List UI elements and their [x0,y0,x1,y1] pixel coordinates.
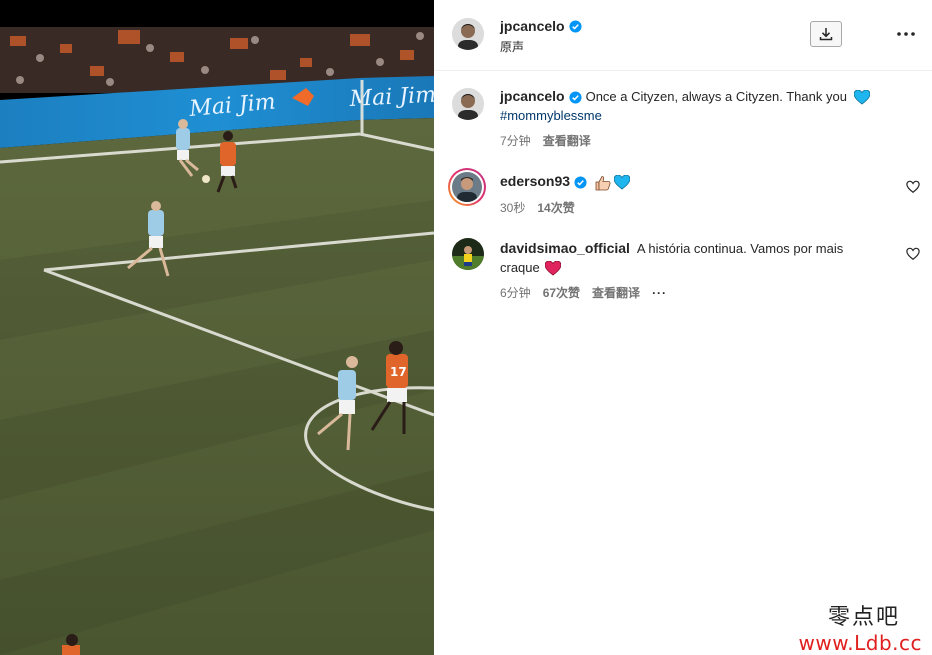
like-heart-icon[interactable] [906,180,920,194]
thumbs-up-icon [595,175,611,190]
avatar-davidsimao-icon [452,238,484,270]
like-heart-icon[interactable] [906,247,920,261]
comment-text-line1: A história continua. Vamos por mais [636,241,844,256]
comment-text-line2: craque [500,260,540,275]
caption-time[interactable]: 7分钟 [500,132,531,149]
comment-avatar-story-ring[interactable] [448,168,486,206]
comment-text-block: davidsimao_official A história continua.… [500,239,890,277]
download-icon [819,28,833,41]
avatar-jpcancelo-icon [452,88,484,120]
comment-time[interactable]: 6分钟 [500,284,531,301]
caption-meta: 7分钟 查看翻译 [500,132,591,149]
comment-more-icon[interactable]: ··· [652,286,667,300]
avatar-ederson93-icon [452,172,482,202]
caption-translate-link[interactable]: 查看翻译 [543,132,591,149]
comment-likes[interactable]: 14次赞 [537,199,574,216]
comment-translate-link[interactable]: 查看翻译 [592,284,640,301]
comment-avatar[interactable] [452,238,484,270]
caption-text-block: jpcancelo Once a Cityzen, always a Cityze… [500,87,890,125]
more-horizontal-icon [897,32,915,36]
comment-meta: 6分钟 67次赞 查看翻译 ··· [500,284,667,301]
watermark-url: www.Ldb.cc [798,631,922,655]
comment-text-block: ederson93 [500,172,890,191]
caption-hashtag[interactable]: #mommyblessme [500,108,602,123]
download-button[interactable] [810,21,842,47]
avatar-jpcancelo-icon [452,18,484,50]
comment-meta: 30秒 14次赞 [500,199,575,216]
caption-avatar[interactable] [452,88,484,120]
blue-heart-icon [853,90,870,105]
svg-text:17: 17 [390,365,407,379]
more-options-button[interactable] [894,24,918,44]
verified-badge-icon [574,176,587,189]
site-watermark: 零点吧 www.Ldb.cc [799,599,922,655]
author-name-row: jpcancelo [500,17,582,35]
red-heart-icon [545,261,562,276]
football-video-frame: Mai Jim Mai Jim 17 [0,0,434,655]
blue-heart-icon [614,175,631,190]
comment-likes[interactable]: 67次赞 [543,284,580,301]
watermark-chinese-text: 零点吧 [827,605,900,630]
video-player[interactable]: Mai Jim Mai Jim 17 [0,0,434,655]
post-header: jpcancelo 原声 [434,0,932,71]
verified-badge-icon [569,91,582,104]
verified-badge-icon [569,19,582,33]
caption-text: Once a Cityzen, always a Cityzen. Thank … [585,89,847,104]
author-avatar[interactable] [452,18,484,50]
comment-username[interactable]: davidsimao_official [500,240,630,256]
caption-username[interactable]: jpcancelo [500,88,565,104]
audio-label[interactable]: 原声 [500,38,524,55]
comment-username[interactable]: ederson93 [500,173,570,189]
comment-time[interactable]: 30秒 [500,199,525,216]
post-side-panel: jpcancelo 原声 jpcancelo Once a Cityzen, a… [434,0,932,655]
author-username[interactable]: jpcancelo [500,18,565,34]
